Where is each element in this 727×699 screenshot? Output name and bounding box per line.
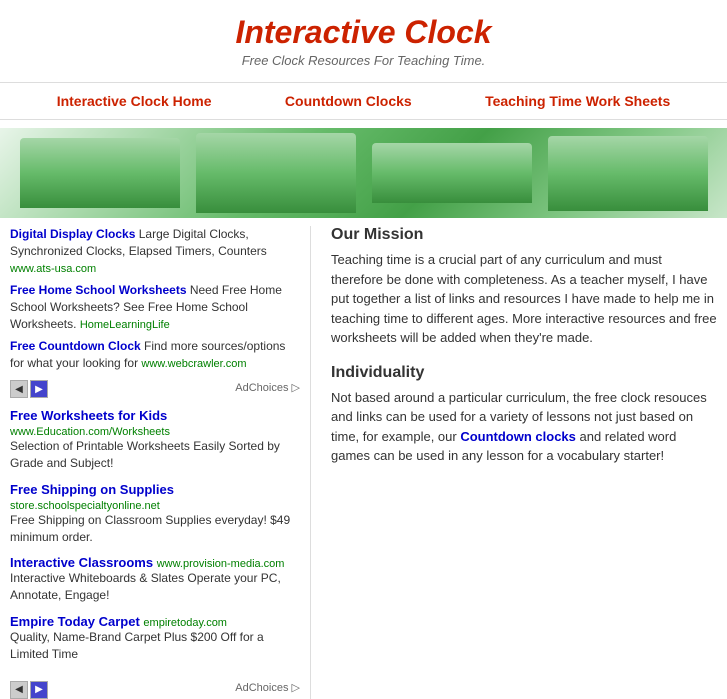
mission-section: Our Mission Teaching time is a crucial p… <box>331 226 717 348</box>
sidebar-item-2-title[interactable]: Free Shipping on Supplies <box>10 482 174 497</box>
sidebar-item-4: Empire Today Carpet empiretoday.com Qual… <box>10 614 300 663</box>
sidebar-item-2: Free Shipping on Supplies store.schoolsp… <box>10 482 300 546</box>
ad-link-3-title[interactable]: Free Countdown Clock <box>10 339 141 353</box>
sidebar-item-4-url[interactable]: empiretoday.com <box>143 617 227 629</box>
nav-item-worksheets[interactable]: Teaching Time Work Sheets <box>485 93 670 109</box>
nav-item-countdown[interactable]: Countdown Clocks <box>285 93 412 109</box>
sidebar-item-1: Free Worksheets for Kids www.Education.c… <box>10 408 300 472</box>
ad-link-2: Free Home School Worksheets Need Free Ho… <box>10 282 300 333</box>
next-arrow-top[interactable]: ▶ <box>30 380 48 398</box>
prev-arrow-bottom[interactable]: ◀ <box>10 681 28 699</box>
prev-arrow-top[interactable]: ◀ <box>10 380 28 398</box>
banner-shape-2 <box>196 133 356 213</box>
sidebar-item-3: Interactive Classrooms www.provision-med… <box>10 555 300 604</box>
page-title: Interactive Clock <box>0 14 727 51</box>
bottom-nav-arrows: ◀ ▶ <box>10 681 48 699</box>
individuality-section: Individuality Not based around a particu… <box>331 364 717 466</box>
right-column: Our Mission Teaching time is a crucial p… <box>310 226 727 699</box>
sidebar-item-1-title[interactable]: Free Worksheets for Kids <box>10 408 167 423</box>
sidebar-item-4-title[interactable]: Empire Today Carpet <box>10 614 140 629</box>
banner-image <box>0 128 727 218</box>
ad-link-2-title[interactable]: Free Home School Worksheets <box>10 283 187 297</box>
individuality-text: Not based around a particular curriculum… <box>331 388 717 466</box>
banner-shape-4 <box>548 136 708 211</box>
ad-link-2-url[interactable]: HomeLearningLife <box>80 319 170 331</box>
next-arrow-bottom[interactable]: ▶ <box>30 681 48 699</box>
page-subtitle: Free Clock Resources For Teaching Time. <box>0 53 727 68</box>
main-nav: Interactive Clock Home Countdown Clocks … <box>0 82 727 120</box>
banner-shape-3 <box>372 143 532 203</box>
ad-link-3-url[interactable]: www.webcrawler.com <box>141 358 246 370</box>
nav-item-home[interactable]: Interactive Clock Home <box>57 93 212 109</box>
ad-link-1: Digital Display Clocks Large Digital Clo… <box>10 226 300 277</box>
ad-link-1-title[interactable]: Digital Display Clocks <box>10 227 135 241</box>
countdown-clocks-link[interactable]: Countdown clocks <box>460 429 576 444</box>
adchoices-bottom: AdChoices ▷ <box>235 681 300 694</box>
sidebar-item-3-url[interactable]: www.provision-media.com <box>157 558 285 570</box>
mission-text: Teaching time is a crucial part of any c… <box>331 250 717 348</box>
sidebar-item-4-desc: Quality, Name-Brand Carpet Plus $200 Off… <box>10 629 300 663</box>
sidebar-item-2-desc: Free Shipping on Classroom Supplies ever… <box>10 512 300 546</box>
top-nav-arrows: ◀ ▶ <box>10 380 48 398</box>
left-column: Digital Display Clocks Large Digital Clo… <box>0 226 310 699</box>
adchoices-top: AdChoices ▷ <box>235 381 300 394</box>
sidebar-item-1-desc: Selection of Printable Worksheets Easily… <box>10 438 300 472</box>
sidebar-item-3-title[interactable]: Interactive Classrooms <box>10 555 153 570</box>
sidebar-items: Free Worksheets for Kids www.Education.c… <box>10 408 300 662</box>
individuality-heading: Individuality <box>331 364 717 382</box>
ad-link-3: Free Countdown Clock Find more sources/o… <box>10 338 300 372</box>
ad-links-section: Digital Display Clocks Large Digital Clo… <box>10 226 300 372</box>
mission-heading: Our Mission <box>331 226 717 244</box>
sidebar-item-3-desc: Interactive Whiteboards & Slates Operate… <box>10 570 300 604</box>
sidebar-item-2-url[interactable]: store.schoolspecialtyonline.net <box>10 500 160 512</box>
sidebar-item-1-url[interactable]: www.Education.com/Worksheets <box>10 426 170 438</box>
ad-link-1-url[interactable]: www.ats-usa.com <box>10 263 96 275</box>
banner-shape-1 <box>20 138 180 208</box>
